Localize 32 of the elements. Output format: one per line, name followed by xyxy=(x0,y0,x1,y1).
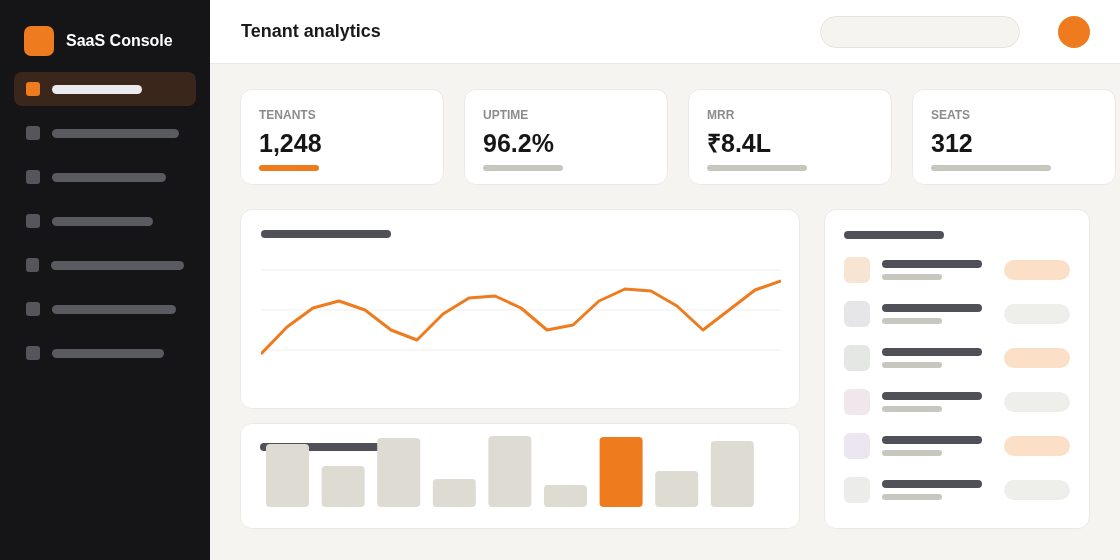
brand-name: SaaS Console xyxy=(66,31,173,51)
stat-value: 312 xyxy=(931,130,974,158)
stat-value: 96.2% xyxy=(483,130,555,158)
stat-value: ₹8.4L xyxy=(707,130,773,158)
stat-label: SEATS xyxy=(931,107,972,124)
nav-icon xyxy=(26,82,40,96)
stat-label: MRR xyxy=(707,107,736,124)
thumbnail-icon xyxy=(844,257,870,283)
nav-icon xyxy=(26,214,40,228)
nav-icon xyxy=(26,258,40,272)
thumbnail-icon xyxy=(844,389,870,415)
nav-icon xyxy=(26,302,40,316)
nav-icon xyxy=(26,346,40,360)
stat-label: UPTIME xyxy=(483,107,530,124)
skeleton-line xyxy=(882,318,942,324)
sidebar-item[interactable] xyxy=(14,72,196,106)
search-field[interactable] xyxy=(820,15,1020,48)
thumbnail-icon xyxy=(844,433,870,459)
skeleton-line xyxy=(882,274,942,280)
thumbnail-icon xyxy=(844,301,870,327)
thumbnail-icon xyxy=(844,345,870,371)
avatar[interactable] xyxy=(1058,15,1090,48)
skeleton-line xyxy=(882,362,942,368)
nav-icon xyxy=(26,170,40,184)
stat-label: TENANTS xyxy=(259,107,317,124)
skeleton-line xyxy=(882,450,942,456)
logo-icon xyxy=(24,26,54,56)
stat-value: 1,248 xyxy=(259,130,323,158)
skeleton-line xyxy=(882,406,942,412)
nav-icon xyxy=(26,126,40,140)
page-title: Tenant analytics xyxy=(241,20,381,43)
skeleton-line xyxy=(882,494,942,500)
